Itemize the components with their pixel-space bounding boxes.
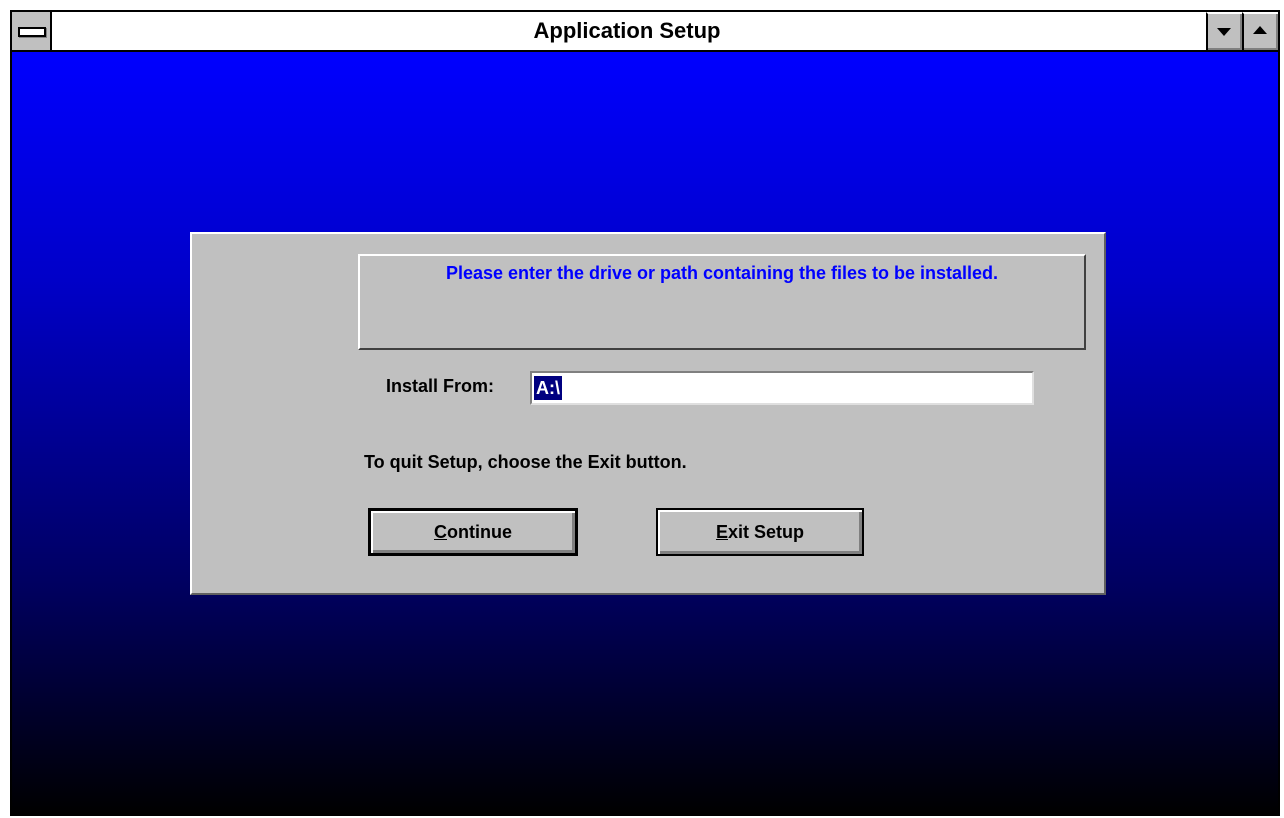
- install-from-input[interactable]: A:\: [530, 371, 1034, 405]
- maximize-button[interactable]: [1242, 12, 1278, 50]
- system-menu-button[interactable]: [12, 12, 52, 50]
- maximize-arrow-icon: [1253, 26, 1267, 34]
- exit-label: xit Setup: [728, 522, 805, 542]
- minimize-arrow-icon: [1217, 28, 1231, 36]
- message-panel: Please enter the drive or path containin…: [358, 254, 1086, 350]
- quit-hint: To quit Setup, choose the Exit button.: [364, 452, 687, 472]
- install-from-value: A:\: [534, 376, 562, 400]
- setup-background: Please enter the drive or path containin…: [12, 52, 1278, 814]
- continue-mnemonic: C: [434, 522, 447, 542]
- exit-setup-button[interactable]: Exit Setup: [656, 508, 864, 556]
- install-from-label: Install From:: [386, 376, 495, 396]
- window-title: Application Setup: [533, 18, 721, 43]
- minimize-button[interactable]: [1206, 12, 1242, 50]
- continue-label: ontinue: [447, 522, 512, 542]
- title-bar[interactable]: Application Setup: [12, 12, 1278, 52]
- instruction-message: Please enter the drive or path containin…: [445, 263, 999, 283]
- system-menu-icon: [18, 27, 46, 37]
- setup-dialog: Please enter the drive or path containin…: [190, 232, 1106, 595]
- exit-mnemonic: E: [715, 522, 728, 542]
- setup-window: Application Setup Please enter the drive…: [10, 10, 1280, 816]
- continue-button[interactable]: Continue: [368, 508, 578, 556]
